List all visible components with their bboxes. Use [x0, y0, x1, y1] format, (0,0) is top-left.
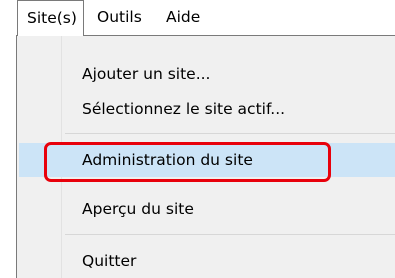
menu-separator [65, 234, 395, 235]
menu-aide[interactable]: Aide [166, 0, 200, 34]
menu-item-select-active-site[interactable]: Sélectionnez le site actif... [19, 92, 395, 126]
site-dropdown-menu: Ajouter un site... Sélectionnez le site … [16, 35, 395, 278]
menu-outils[interactable]: Outils [97, 0, 142, 34]
menu-item-quit[interactable]: Quitter [19, 244, 395, 278]
menu-item-site-preview[interactable]: Aperçu du site [19, 192, 395, 226]
menu-site[interactable]: Site(s) [17, 0, 84, 36]
menu-item-add-site[interactable]: Ajouter un site... [19, 57, 395, 91]
menu-bar: Site(s) Outils Aide [0, 0, 395, 36]
menu-separator [65, 133, 395, 134]
menu-item-site-administration[interactable]: Administration du site [19, 143, 395, 177]
